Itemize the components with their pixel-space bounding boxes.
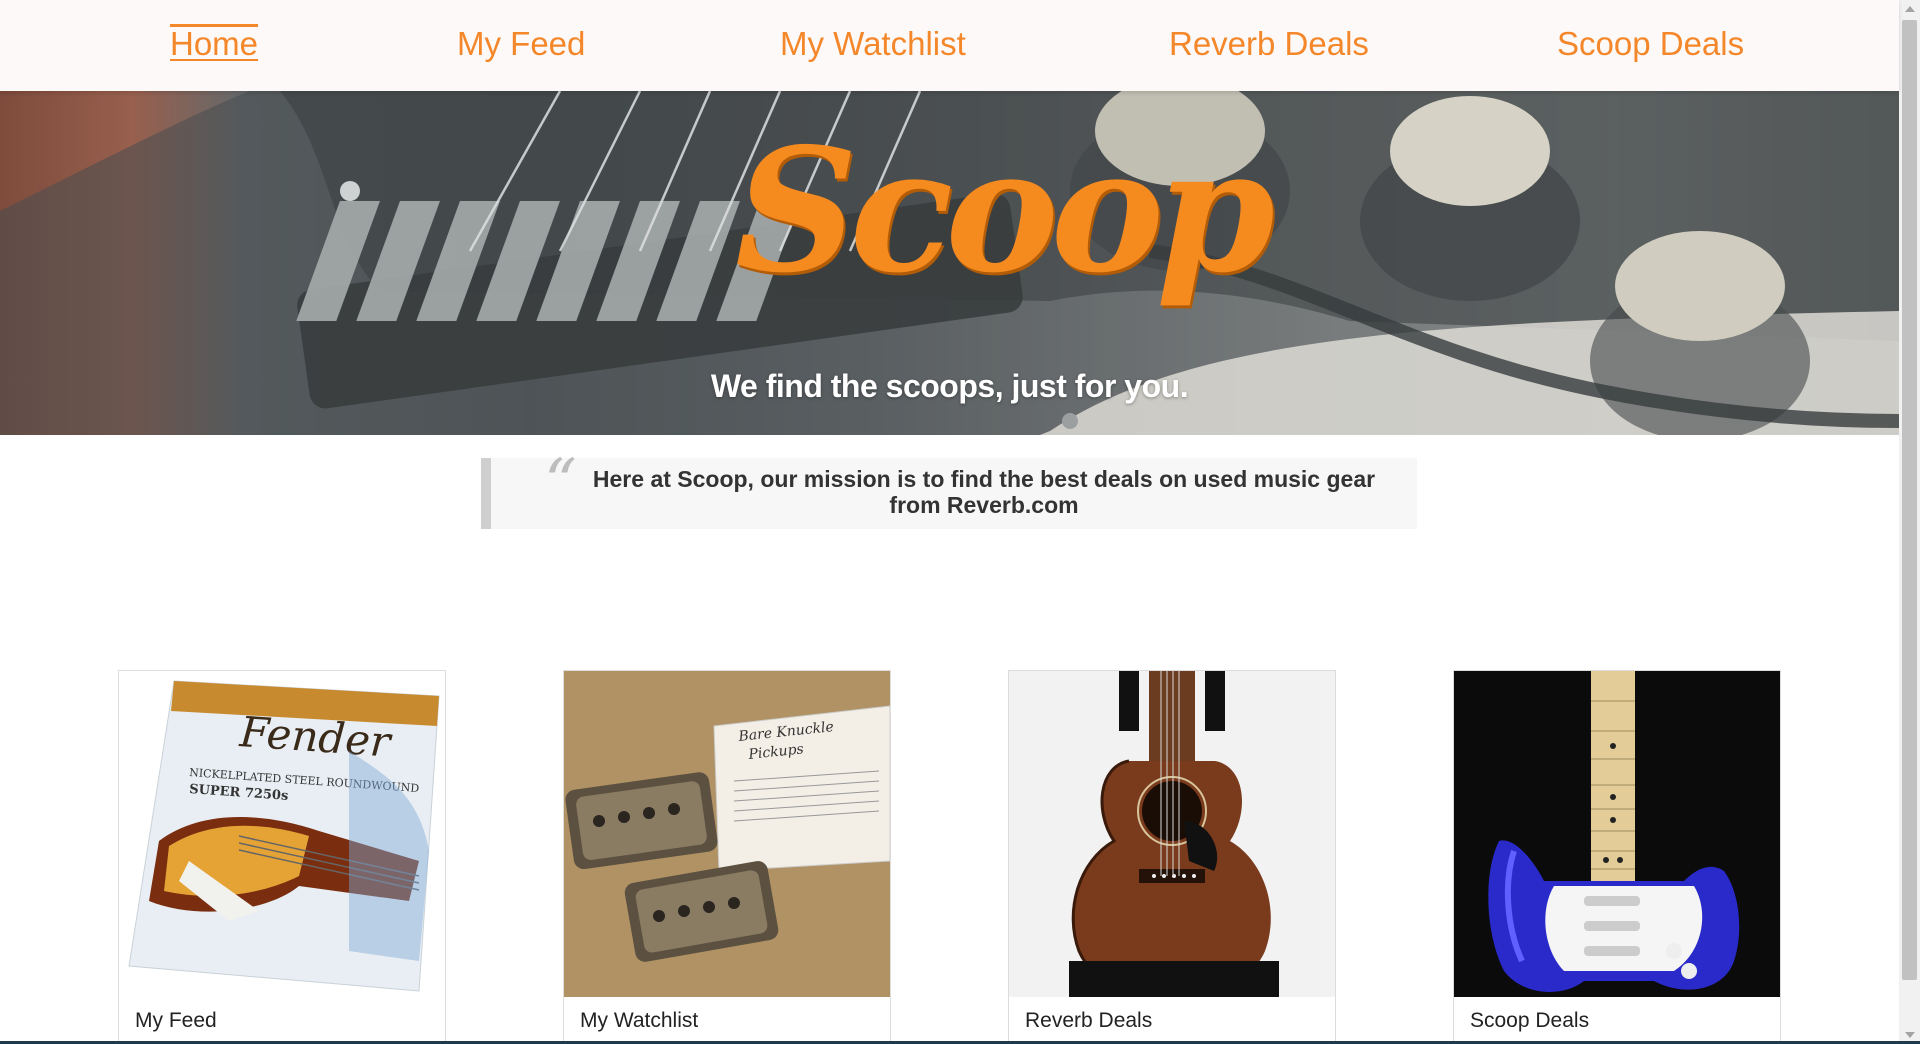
nav-scoop-deals-link[interactable]: Scoop Deals	[1557, 21, 1744, 67]
nav-my-watchlist-link[interactable]: My Watchlist	[780, 21, 966, 67]
card-my-feed[interactable]: Fender NICKELPLATED STEEL ROUNDWOUND SUP…	[118, 670, 446, 1044]
nav-reverb-deals-link[interactable]: Reverb Deals	[1169, 21, 1369, 67]
top-nav: Home My Feed My Watchlist Reverb Deals S…	[0, 0, 1899, 91]
card-caption[interactable]: Scoop Deals	[1470, 1009, 1589, 1033]
vertical-scrollbar[interactable]	[1899, 0, 1920, 1044]
hero-tagline: We find the scoops, just for you.	[710, 368, 1189, 404]
scroll-down-icon[interactable]	[1905, 1032, 1915, 1038]
nav-my-feed-link[interactable]: My Feed	[457, 21, 585, 67]
scoop-logo: Scoop	[735, 111, 1275, 311]
card-reverb-deals[interactable]: Reverb Deals	[1008, 670, 1336, 1044]
card-caption[interactable]: Reverb Deals	[1025, 1009, 1152, 1033]
fender-strings-image: Fender NICKELPLATED STEEL ROUNDWOUND SUP…	[119, 671, 445, 997]
card-my-watchlist[interactable]: Bare Knuckle Pickups My Watchlist	[563, 670, 891, 1044]
page: Home My Feed My Watchlist Reverb Deals S…	[0, 0, 1920, 1044]
mission-quote: “ Here at Scoop, our mission is to find …	[481, 448, 1417, 529]
acoustic-guitar-image	[1009, 671, 1335, 997]
pickups-image: Bare Knuckle Pickups	[564, 671, 890, 997]
nav-home-link[interactable]: Home	[170, 21, 259, 67]
card-scoop-deals[interactable]: Scoop Deals	[1453, 670, 1781, 1044]
mission-text: Here at Scoop, our mission is to find th…	[592, 466, 1376, 518]
hero-banner: Scoop We find the scoops, just for you.	[0, 91, 1899, 435]
stratocaster-image	[1454, 671, 1780, 997]
scrollbar-thumb[interactable]	[1902, 20, 1917, 980]
card-caption[interactable]: My Watchlist	[580, 1009, 698, 1033]
scroll-up-icon[interactable]	[1905, 6, 1915, 12]
card-caption[interactable]: My Feed	[135, 1009, 217, 1033]
